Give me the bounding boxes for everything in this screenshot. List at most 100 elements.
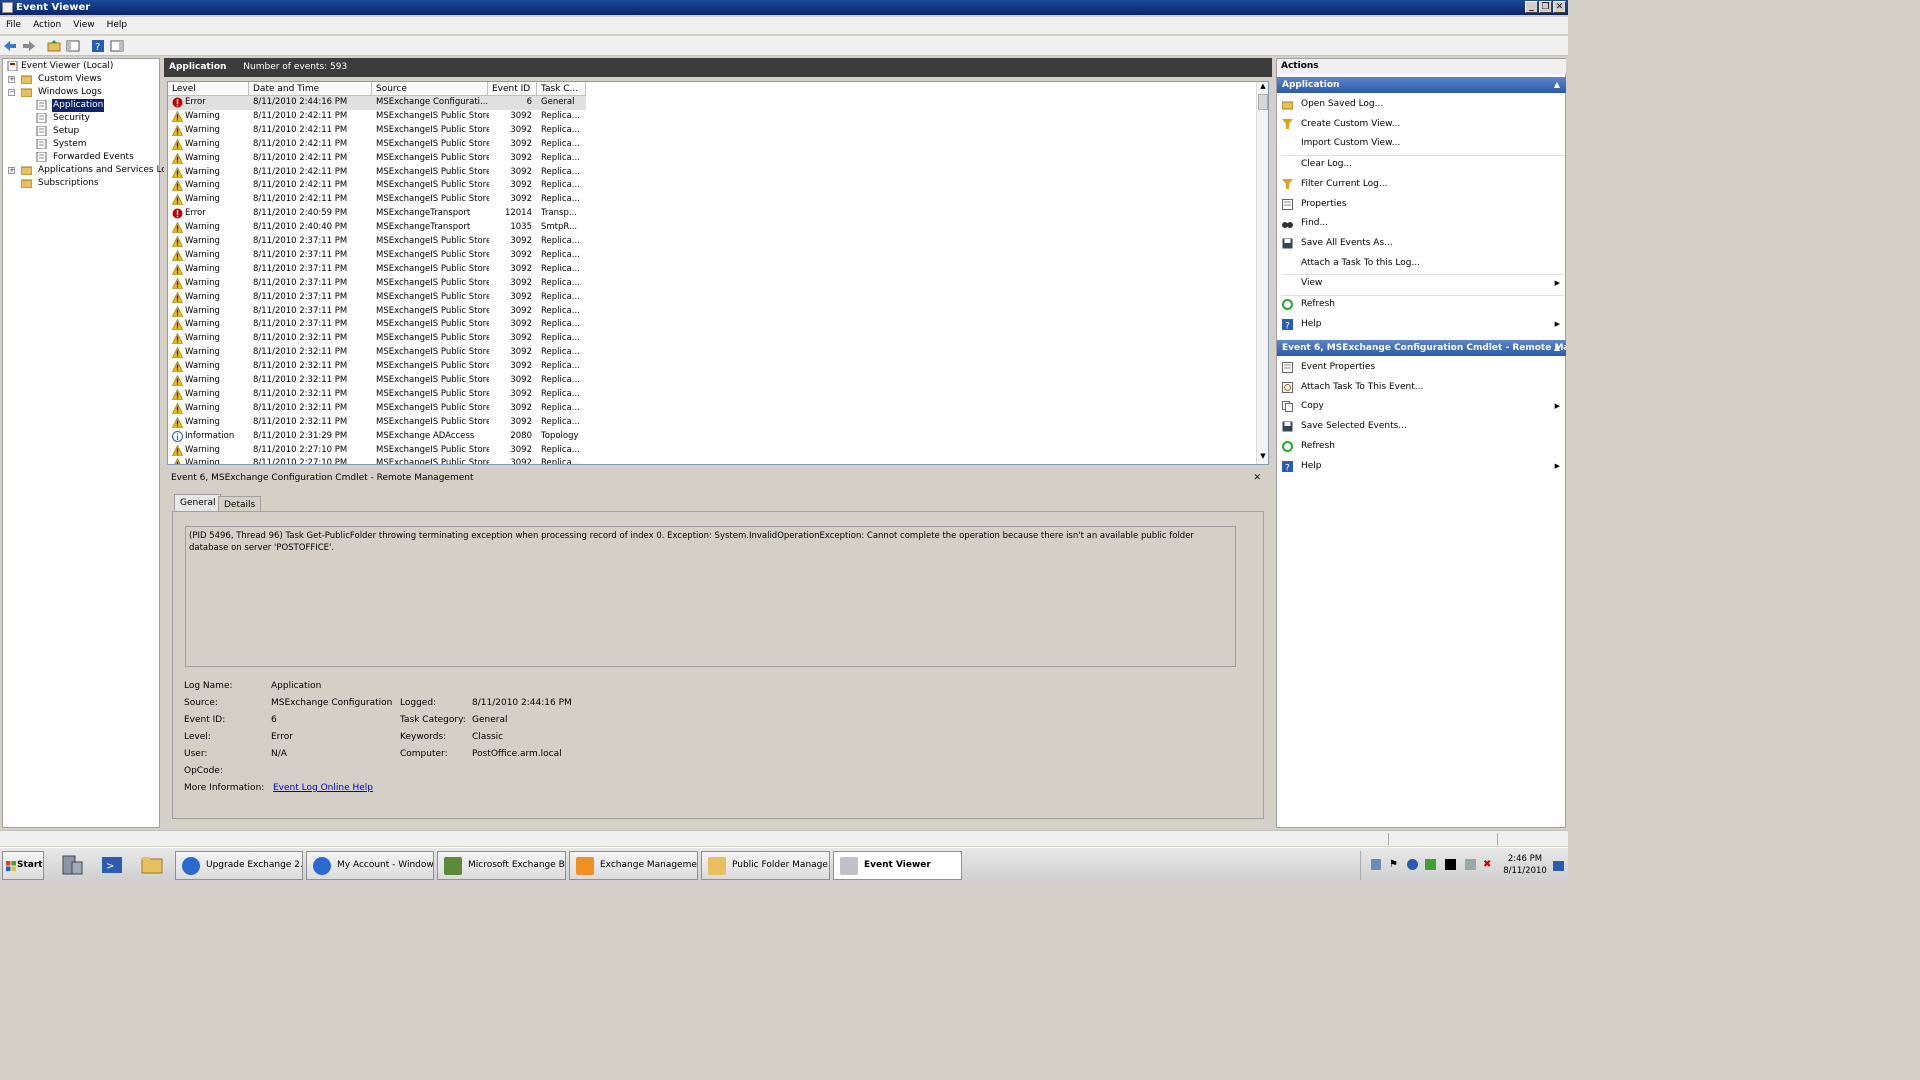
logged-value[interactable]: 8/11/2010 2:44:16 PM — [472, 698, 572, 708]
console-icon[interactable] — [1445, 859, 1456, 870]
scroll-down-arrow-icon[interactable]: ▼ — [1258, 452, 1268, 462]
table-row[interactable]: Warning 8/11/2010 2:32:11 PM MSExchangeIS … — [168, 402, 586, 416]
table-row[interactable]: Warning 8/11/2010 2:37:11 PM MSExchangeIS … — [168, 235, 586, 249]
forward-arrow-icon[interactable] — [22, 39, 36, 53]
table-row[interactable]: Warning 8/11/2010 2:42:11 PM MSExchangeIS … — [168, 179, 586, 193]
table-row[interactable]: Warning 8/11/2010 2:32:11 PM MSExchangeIS … — [168, 360, 586, 374]
tree-item-setup[interactable]: Setup — [3, 125, 158, 138]
log-name-value[interactable]: Application — [271, 681, 321, 691]
table-row[interactable]: Warning 8/11/2010 2:32:11 PM MSExchangeIS … — [168, 416, 586, 430]
actions-section-event[interactable]: Event 6, MSExchange Configuration Cmdlet… — [1277, 340, 1566, 356]
show-hide-action-pane-icon[interactable] — [110, 39, 124, 53]
column-date-time[interactable]: Date and Time — [249, 82, 372, 96]
action-copy[interactable]: Copy ▶ — [1277, 397, 1566, 416]
close-detail-icon[interactable]: ✕ — [1253, 470, 1261, 487]
table-row[interactable]: Warning 8/11/2010 2:42:11 PM MSExchangeIS … — [168, 124, 586, 138]
table-row[interactable]: Warning 8/11/2010 2:37:11 PM MSExchangeIS … — [168, 318, 586, 332]
taskbar-button-microsoft-exchange-b[interactable]: Microsoft Exchange B... — [437, 851, 566, 880]
task-category-value[interactable]: General — [472, 715, 507, 725]
start-button[interactable]: Start — [2, 851, 44, 880]
action-help[interactable]: ? Help ▶ — [1277, 315, 1566, 334]
table-row[interactable]: Warning 8/11/2010 2:42:11 PM MSExchangeIS … — [168, 110, 586, 124]
table-row[interactable]: Information 8/11/2010 2:31:29 PM MSExchang… — [168, 430, 586, 444]
taskbar-button-exchange-manageme[interactable]: Exchange Manageme... — [569, 851, 698, 880]
security-icon[interactable] — [1425, 859, 1436, 870]
tab-general[interactable]: General — [174, 494, 222, 511]
server-manager-icon[interactable] — [60, 854, 84, 876]
collapse-arrow-icon[interactable]: ▲ — [1554, 340, 1560, 356]
action-attach-task-to-this-event[interactable]: Attach Task To This Event... — [1277, 378, 1566, 397]
table-row[interactable]: Error 8/11/2010 2:44:16 PM MSExchange Conf… — [168, 96, 586, 110]
action-filter-current-log[interactable]: Filter Current Log... — [1277, 175, 1566, 194]
show-desktop-icon[interactable] — [1553, 861, 1564, 871]
actions-section-application[interactable]: Application ▲ — [1277, 77, 1566, 93]
table-row[interactable]: Warning 8/11/2010 2:40:40 PM MSExchangeTra… — [168, 221, 586, 235]
action-find[interactable]: Find... — [1277, 214, 1566, 233]
flag-icon[interactable]: ⚑ — [1389, 859, 1399, 870]
table-row[interactable]: Warning 8/11/2010 2:42:11 PM MSExchangeIS … — [168, 193, 586, 207]
powershell-icon[interactable]: > — [100, 854, 124, 876]
table-row[interactable]: Warning 8/11/2010 2:37:11 PM MSExchangeIS … — [168, 249, 586, 263]
expand-icon[interactable]: + — [8, 76, 15, 83]
clock[interactable]: 2:46 PM 8/11/2010 — [1501, 853, 1549, 877]
action-view[interactable]: View ▶ — [1277, 274, 1566, 293]
table-row[interactable]: Warning 8/11/2010 2:32:11 PM MSExchangeIS … — [168, 374, 586, 388]
table-row[interactable]: Warning 8/11/2010 2:42:11 PM MSExchangeIS … — [168, 166, 586, 180]
menu-action[interactable]: Action — [27, 17, 67, 33]
back-arrow-icon[interactable] — [3, 39, 17, 53]
column-task-category[interactable]: Task C... — [537, 82, 586, 96]
scroll-up-arrow-icon[interactable]: ▲ — [1258, 82, 1268, 92]
action-save-selected-events[interactable]: Save Selected Events... — [1277, 417, 1566, 436]
taskbar-button-my-account-window[interactable]: My Account - Window... — [306, 851, 434, 880]
collapse-arrow-icon[interactable]: ▲ — [1554, 77, 1560, 93]
table-row[interactable]: Warning 8/11/2010 2:27:10 PM MSExchangeIS … — [168, 444, 586, 458]
network-icon[interactable] — [1371, 859, 1381, 870]
menu-file[interactable]: File — [0, 17, 27, 33]
table-row[interactable]: Warning 8/11/2010 2:37:11 PM MSExchangeIS … — [168, 291, 586, 305]
action-import-custom-view[interactable]: Import Custom View... — [1277, 134, 1566, 153]
tree-item-windows-logs[interactable]: − Windows Logs — [3, 86, 158, 99]
event-log-online-help-link[interactable]: Event Log Online Help — [273, 783, 373, 793]
scroll-thumb[interactable] — [1258, 94, 1268, 110]
event-id-value[interactable]: 6 — [271, 715, 277, 725]
keywords-value[interactable]: Classic — [472, 732, 503, 742]
minimize-button[interactable]: _ — [1525, 1, 1538, 13]
column-source[interactable]: Source — [372, 82, 488, 96]
user-value[interactable]: N/A — [271, 749, 287, 759]
level-value[interactable]: Error — [271, 732, 293, 742]
table-row[interactable]: Warning 8/11/2010 2:32:11 PM MSExchangeIS … — [168, 388, 586, 402]
close-button[interactable]: ✕ — [1553, 1, 1566, 13]
action-refresh[interactable]: Refresh — [1277, 295, 1566, 314]
table-row[interactable]: Warning 8/11/2010 2:27:10 PM MSExchangeIS … — [168, 457, 586, 464]
action-open-saved-log[interactable]: Open Saved Log... — [1277, 95, 1566, 114]
table-row[interactable]: Warning 8/11/2010 2:37:11 PM MSExchangeIS … — [168, 305, 586, 319]
show-hide-tree-icon[interactable] — [66, 39, 80, 53]
action-help[interactable]: ? Help ▶ — [1277, 457, 1566, 476]
globe-icon[interactable] — [1407, 859, 1418, 870]
menu-view[interactable]: View — [67, 17, 100, 33]
action-attach-a-task-to-this-log[interactable]: Attach a Task To this Log... — [1277, 254, 1566, 273]
table-row[interactable]: Warning 8/11/2010 2:32:11 PM MSExchangeIS … — [168, 332, 586, 346]
table-row[interactable]: Warning 8/11/2010 2:37:11 PM MSExchangeIS … — [168, 263, 586, 277]
tree-item-custom-views[interactable]: + Custom Views — [3, 73, 158, 86]
action-properties[interactable]: Properties — [1277, 195, 1566, 214]
event-description[interactable]: (PID 5496, Thread 96) Task Get-PublicFol… — [185, 526, 1236, 667]
tab-details[interactable]: Details — [218, 496, 262, 511]
table-row[interactable]: Warning 8/11/2010 2:32:11 PM MSExchangeIS … — [168, 346, 586, 360]
source-value[interactable]: MSExchange Configuration ( — [271, 698, 393, 708]
action-save-all-events-as[interactable]: Save All Events As... — [1277, 234, 1566, 253]
action-create-custom-view[interactable]: Create Custom View... — [1277, 115, 1566, 134]
column-level[interactable]: Level — [168, 82, 249, 96]
tree-item-security[interactable]: Security — [3, 112, 158, 125]
action-event-properties[interactable]: Event Properties — [1277, 358, 1566, 377]
column-event-id[interactable]: Event ID — [488, 82, 537, 96]
up-folder-icon[interactable] — [47, 39, 61, 53]
help-icon[interactable]: ? — [91, 39, 105, 53]
taskbar-button-public-folder-manage[interactable]: Public Folder Manage... — [701, 851, 830, 880]
restore-button[interactable]: ❐ — [1539, 1, 1552, 13]
computer-value[interactable]: PostOffice.arm.local — [472, 749, 562, 759]
table-row[interactable]: Warning 8/11/2010 2:42:11 PM MSExchangeIS … — [168, 152, 586, 166]
taskbar-button-event-viewer[interactable]: Event Viewer — [833, 851, 962, 880]
speaker-muted-icon[interactable]: ✖ — [1483, 859, 1494, 870]
expand-icon[interactable]: + — [8, 167, 15, 174]
